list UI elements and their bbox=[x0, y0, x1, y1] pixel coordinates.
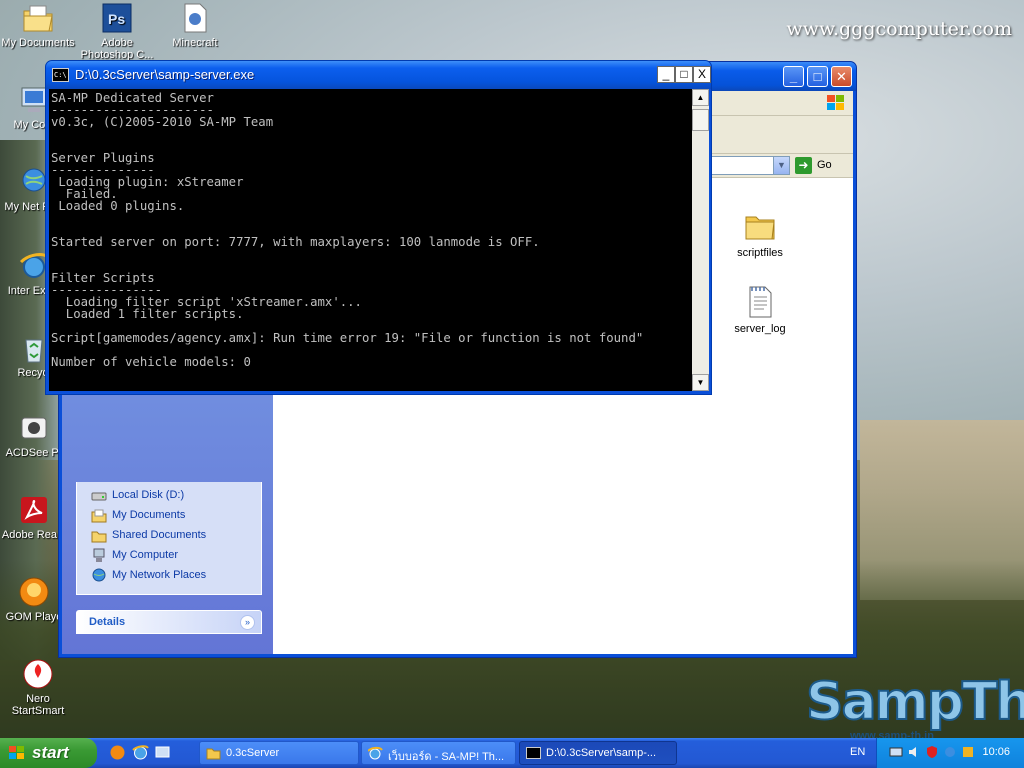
console-window[interactable]: C:\ D:\0.3cServer\samp-server.exe _ □ X … bbox=[45, 60, 712, 395]
file-name: scriptfiles bbox=[737, 247, 783, 259]
file-item-server-log[interactable]: server_log bbox=[712, 285, 808, 335]
folder-icon bbox=[206, 746, 221, 760]
console-close-button[interactable]: X bbox=[693, 66, 711, 83]
explorer-minimize-button[interactable]: _ bbox=[783, 66, 804, 87]
explorer-close-button[interactable]: ✕ bbox=[831, 66, 852, 87]
tray-volume-icon[interactable] bbox=[907, 745, 921, 759]
text-file-icon bbox=[743, 285, 777, 319]
other-places-panel: Local Disk (D:) My Documents Shared Docu… bbox=[76, 482, 262, 595]
taskbar: start 0.3cServer เว็บบอร์ด - SA-MP! Th..… bbox=[0, 738, 1024, 768]
folder-icon bbox=[743, 209, 777, 243]
console-title: D:\0.3cServer\samp-server.exe bbox=[75, 67, 255, 82]
watermark-text: www.gggcomputer.com bbox=[786, 18, 1012, 40]
logo-text: SampTh bbox=[805, 671, 1024, 733]
gom-player-icon bbox=[18, 576, 50, 608]
quicklaunch-show-desktop-icon[interactable] bbox=[154, 744, 171, 761]
console-line: Loading plugin: xStreamer bbox=[51, 175, 244, 189]
documents-folder-icon bbox=[91, 508, 107, 523]
console-title-bar[interactable]: C:\ D:\0.3cServer\samp-server.exe _ □ X bbox=[46, 61, 711, 89]
task-button-explorer[interactable]: 0.3cServer bbox=[199, 741, 359, 765]
clock[interactable]: 10:06 bbox=[982, 746, 1010, 758]
console-line: v0.3c, (C)2005-2010 SA-MP Team bbox=[51, 115, 274, 129]
nero-icon bbox=[22, 658, 54, 690]
desktop-icon-label: Adobe Photoshop C... bbox=[80, 37, 154, 61]
ie-icon bbox=[367, 746, 383, 760]
address-dropdown-button[interactable]: ▼ bbox=[773, 156, 790, 175]
desktop-icon-label: Minecraft bbox=[172, 37, 218, 49]
desktop-icon-label: Nero StartSmart bbox=[11, 693, 65, 717]
chevron-down-icon[interactable]: » bbox=[240, 615, 255, 630]
quicklaunch-media-icon[interactable] bbox=[109, 744, 126, 761]
console-text: SA-MP Dedicated Server ------------------… bbox=[51, 92, 643, 368]
console-maximize-button[interactable]: □ bbox=[675, 66, 693, 83]
console-line: Loaded 1 filter scripts. bbox=[51, 307, 244, 321]
task-button-console[interactable]: D:\0.3cServer\samp-... bbox=[519, 741, 677, 765]
details-panel-header[interactable]: Details » bbox=[76, 610, 262, 634]
documents-folder-icon bbox=[22, 2, 54, 34]
tray-security-icon[interactable] bbox=[925, 745, 939, 759]
console-minimize-button[interactable]: _ bbox=[657, 66, 675, 83]
file-name: server_log bbox=[734, 323, 786, 335]
console-line: Script[gamemodes/agency.amx]: Run time e… bbox=[51, 331, 644, 345]
system-tray: 10:06 bbox=[876, 738, 1024, 768]
scroll-down-button[interactable]: ▼ bbox=[692, 374, 709, 391]
task-button-browser[interactable]: เว็บบอร์ด - SA-MP! Th... bbox=[361, 741, 516, 765]
windows-flag-icon bbox=[825, 92, 847, 114]
scroll-up-button[interactable]: ▲ bbox=[692, 89, 709, 106]
console-scrollbar[interactable]: ▲ ▼ bbox=[692, 89, 709, 391]
drive-icon bbox=[91, 488, 107, 503]
details-title: Details bbox=[89, 616, 126, 628]
go-button[interactable]: ➜ Go bbox=[795, 157, 847, 175]
svg-text:Ps: Ps bbox=[108, 11, 125, 27]
desktop-icon-label: My Documents bbox=[1, 37, 75, 49]
console-line: Loaded 0 plugins. bbox=[51, 199, 185, 213]
file-item-scriptfiles[interactable]: scriptfiles bbox=[712, 209, 808, 259]
desktop-icon-photoshop[interactable]: Ps Adobe Photoshop C... bbox=[79, 2, 155, 61]
start-button[interactable]: start bbox=[0, 738, 97, 768]
go-arrow-icon: ➜ bbox=[795, 157, 812, 174]
tray-network-icon[interactable] bbox=[889, 745, 903, 759]
language-indicator[interactable]: EN bbox=[850, 746, 865, 758]
console-line: Started server on port: 7777, with maxpl… bbox=[51, 235, 540, 249]
document-icon bbox=[179, 2, 211, 34]
explorer-maximize-button[interactable]: □ bbox=[807, 66, 828, 87]
windows-flag-icon bbox=[8, 745, 26, 761]
console-output[interactable]: SA-MP Dedicated Server ------------------… bbox=[49, 89, 692, 391]
console-icon bbox=[526, 746, 541, 760]
network-icon bbox=[91, 568, 107, 583]
tray-app-icon[interactable] bbox=[943, 745, 957, 759]
console-icon: C:\ bbox=[52, 68, 69, 82]
scroll-thumb[interactable] bbox=[692, 109, 709, 131]
desktop-icon-my-documents[interactable]: My Documents bbox=[0, 2, 76, 49]
sampth-logo: SampTh www.samp-th.in bbox=[805, 671, 1024, 742]
photoshop-icon: Ps bbox=[101, 2, 133, 34]
acdsee-icon bbox=[18, 412, 50, 444]
folder-icon bbox=[91, 528, 107, 543]
quicklaunch-ie-icon[interactable] bbox=[132, 744, 149, 761]
go-label: Go bbox=[817, 159, 832, 171]
desktop-icon-minecraft[interactable]: Minecraft bbox=[157, 2, 233, 49]
adobe-reader-icon bbox=[18, 494, 50, 526]
tray-app2-icon[interactable] bbox=[961, 745, 975, 759]
console-line: Number of vehicle models: 0 bbox=[51, 355, 251, 369]
desktop-icon-nero[interactable]: Nero StartSmart bbox=[0, 658, 76, 717]
computer-icon bbox=[91, 548, 107, 563]
start-label: start bbox=[32, 743, 69, 762]
